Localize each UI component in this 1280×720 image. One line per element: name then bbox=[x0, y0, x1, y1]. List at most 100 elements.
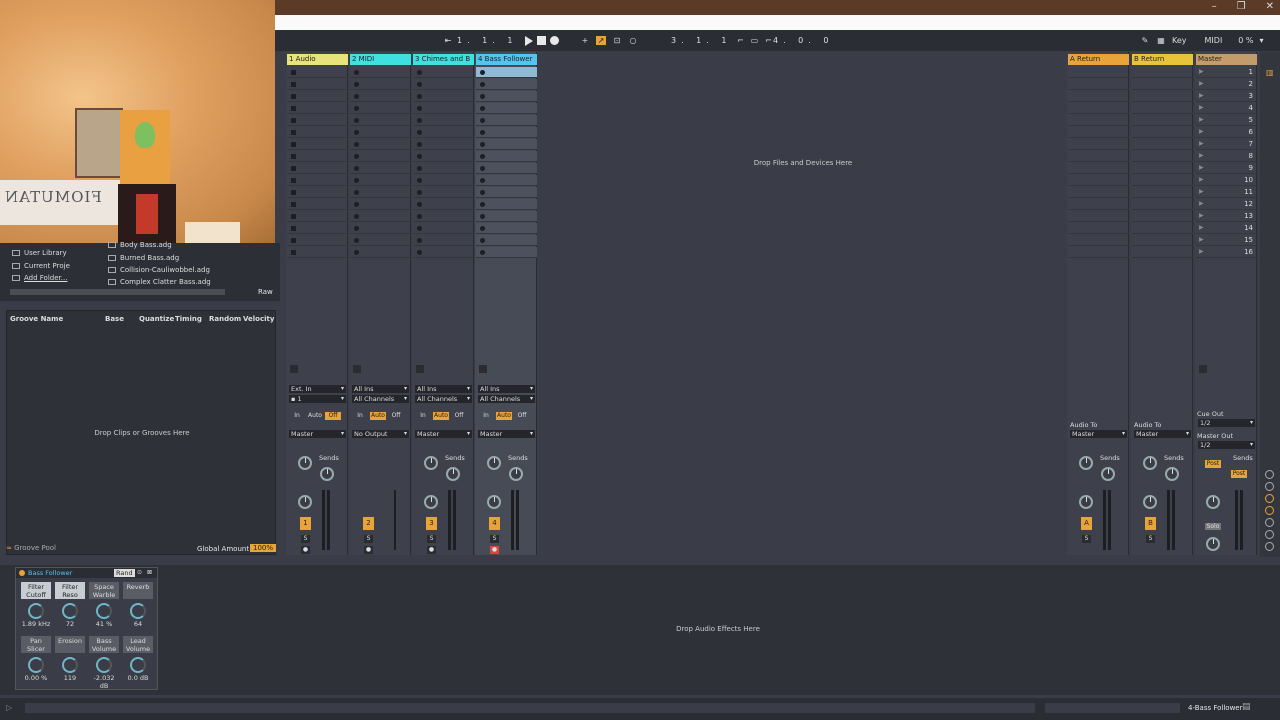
macro-knob-cell[interactable]: Space Warble 41 % bbox=[89, 582, 119, 628]
loop-start[interactable]: 3. 1. 1 bbox=[671, 36, 731, 45]
midi-map-button[interactable]: MIDI bbox=[1205, 36, 1223, 45]
device-title[interactable]: Bass Follower bbox=[28, 569, 72, 577]
scene-launch[interactable]: ▶ 6 bbox=[1196, 127, 1257, 138]
clip-slot[interactable] bbox=[413, 151, 474, 162]
clip-slot[interactable] bbox=[350, 163, 411, 174]
monitor-off-button[interactable]: Off bbox=[388, 412, 404, 420]
selected-track-label[interactable]: 4-Bass Follower bbox=[1188, 704, 1242, 712]
device-drop-zone[interactable]: Drop Audio Effects Here bbox=[676, 625, 760, 633]
global-amount-value[interactable]: 100% bbox=[250, 544, 277, 552]
macro-knob-cell[interactable]: Filter Reso 72 bbox=[55, 582, 85, 628]
clip-slot[interactable] bbox=[350, 127, 411, 138]
output-type-select[interactable]: Master ▾ bbox=[415, 430, 472, 438]
preview-waveform[interactable] bbox=[10, 289, 225, 295]
master-pan-knob[interactable] bbox=[1206, 495, 1220, 509]
arm-button[interactable]: ● bbox=[364, 546, 373, 554]
clip-slot[interactable] bbox=[413, 175, 474, 186]
clip-slot[interactable] bbox=[350, 115, 411, 126]
monitor-in-button[interactable]: In bbox=[478, 412, 494, 420]
clip-slot[interactable] bbox=[413, 139, 474, 150]
clip-slot[interactable] bbox=[287, 67, 348, 78]
scene-launch[interactable]: ▶ 3 bbox=[1196, 91, 1257, 102]
left-arrow-icon[interactable]: ▷ bbox=[6, 703, 12, 712]
cue-out-select[interactable]: 1/2 ▾ bbox=[1198, 419, 1255, 427]
input-type-select[interactable]: All Ins ▾ bbox=[478, 385, 535, 393]
send-b-knob[interactable] bbox=[1101, 467, 1115, 481]
solo-button[interactable]: S bbox=[490, 535, 499, 543]
clip-slot[interactable] bbox=[350, 139, 411, 150]
output-type-select[interactable]: Master ▾ bbox=[1070, 430, 1127, 438]
send-b-knob[interactable] bbox=[320, 467, 334, 481]
clip-slot[interactable] bbox=[476, 187, 537, 198]
session-drop-zone[interactable]: Drop Files and Devices Here bbox=[754, 159, 852, 167]
monitor-off-button[interactable]: Off bbox=[514, 412, 530, 420]
clip-slot[interactable] bbox=[413, 91, 474, 102]
add-folder-item[interactable]: Add Folder... bbox=[12, 274, 67, 282]
clip-slot[interactable] bbox=[350, 175, 411, 186]
return-track-header[interactable]: B Return bbox=[1132, 54, 1193, 65]
output-type-select[interactable]: Master ▾ bbox=[289, 430, 346, 438]
post-toggle[interactable]: Post bbox=[1231, 470, 1247, 478]
clip-stop-button[interactable] bbox=[290, 365, 298, 373]
stop-button[interactable] bbox=[537, 36, 546, 45]
clip-slot[interactable] bbox=[413, 67, 474, 78]
places-item[interactable]: Current Proje bbox=[12, 262, 70, 270]
clip-slot[interactable] bbox=[287, 127, 348, 138]
send-a-knob[interactable] bbox=[424, 456, 438, 470]
return-track-header[interactable]: A Return bbox=[1068, 54, 1129, 65]
monitor-auto-button[interactable]: Auto bbox=[496, 412, 512, 420]
rand-button[interactable]: Rand bbox=[114, 569, 135, 577]
monitor-off-button[interactable]: Off bbox=[451, 412, 467, 420]
mixer-icon[interactable] bbox=[1265, 530, 1274, 539]
clip-slot[interactable] bbox=[413, 223, 474, 234]
mixer-toggle-icon[interactable] bbox=[1265, 470, 1274, 479]
groove-drop-zone[interactable]: Drop Clips or Grooves Here bbox=[94, 429, 189, 437]
macro-knob[interactable] bbox=[62, 603, 78, 619]
return-activator-button[interactable]: A bbox=[1081, 517, 1092, 530]
clip-slot[interactable] bbox=[413, 199, 474, 210]
post-toggle[interactable]: Post bbox=[1205, 460, 1221, 468]
loop-length[interactable]: 4. 0. 0 bbox=[773, 36, 833, 45]
clip-stop-button[interactable] bbox=[479, 365, 487, 373]
arm-button[interactable]: ● bbox=[490, 546, 499, 554]
scene-launch[interactable]: ▶ 10 bbox=[1196, 175, 1257, 186]
send-a-knob[interactable] bbox=[1079, 456, 1093, 470]
input-channel-select[interactable]: All Channels ▾ bbox=[478, 395, 535, 403]
clip-slot[interactable] bbox=[287, 187, 348, 198]
macro-knob[interactable] bbox=[28, 603, 44, 619]
macro-knob[interactable] bbox=[130, 603, 146, 619]
clip-slot[interactable] bbox=[287, 79, 348, 90]
arrangement-position[interactable]: ⇤ 1. 1. 1 bbox=[443, 34, 517, 47]
send-a-knob[interactable] bbox=[298, 456, 312, 470]
monitor-in-button[interactable]: In bbox=[415, 412, 431, 420]
scene-grid-icon[interactable]: ▥ bbox=[1266, 68, 1274, 77]
clip-stop-button[interactable] bbox=[353, 365, 361, 373]
clip-slot[interactable] bbox=[476, 115, 537, 126]
track-activator-button[interactable]: 1 bbox=[300, 517, 311, 530]
output-type-select[interactable]: Master ▾ bbox=[1134, 430, 1191, 438]
clip-slot[interactable] bbox=[350, 235, 411, 246]
clip-slot[interactable] bbox=[287, 103, 348, 114]
clip-slot[interactable] bbox=[350, 67, 411, 78]
file-item[interactable]: Body Bass.adg bbox=[108, 241, 172, 249]
clip-slot[interactable] bbox=[476, 67, 537, 78]
file-item[interactable]: Complex Clatter Bass.adg bbox=[108, 278, 211, 286]
scene-launch[interactable]: ▶ 9 bbox=[1196, 163, 1257, 174]
follow-icon[interactable]: ⇤ bbox=[443, 36, 453, 45]
arm-button[interactable]: ● bbox=[427, 546, 436, 554]
scene-launch[interactable]: ▶ 2 bbox=[1196, 79, 1257, 90]
scene-launch[interactable]: ▶ 13 bbox=[1196, 211, 1257, 222]
clip-slot[interactable] bbox=[350, 247, 411, 258]
macro-knob-cell[interactable]: Pan Slicer 0.00 % bbox=[21, 636, 51, 682]
clip-slot[interactable] bbox=[413, 79, 474, 90]
stop-all-clips-button[interactable] bbox=[1199, 365, 1207, 373]
track-header[interactable]: 1 Audio bbox=[287, 54, 348, 65]
file-item[interactable]: Collision-Cauliwobbel.adg bbox=[108, 266, 210, 274]
pan-knob[interactable] bbox=[298, 495, 312, 509]
places-item[interactable]: User Library bbox=[12, 249, 67, 257]
input-type-select[interactable]: All Ins ▾ bbox=[415, 385, 472, 393]
clip-slot[interactable] bbox=[476, 247, 537, 258]
clip-view-icon[interactable] bbox=[1265, 482, 1274, 491]
clip-slot[interactable] bbox=[350, 91, 411, 102]
clip-slot[interactable] bbox=[476, 199, 537, 210]
